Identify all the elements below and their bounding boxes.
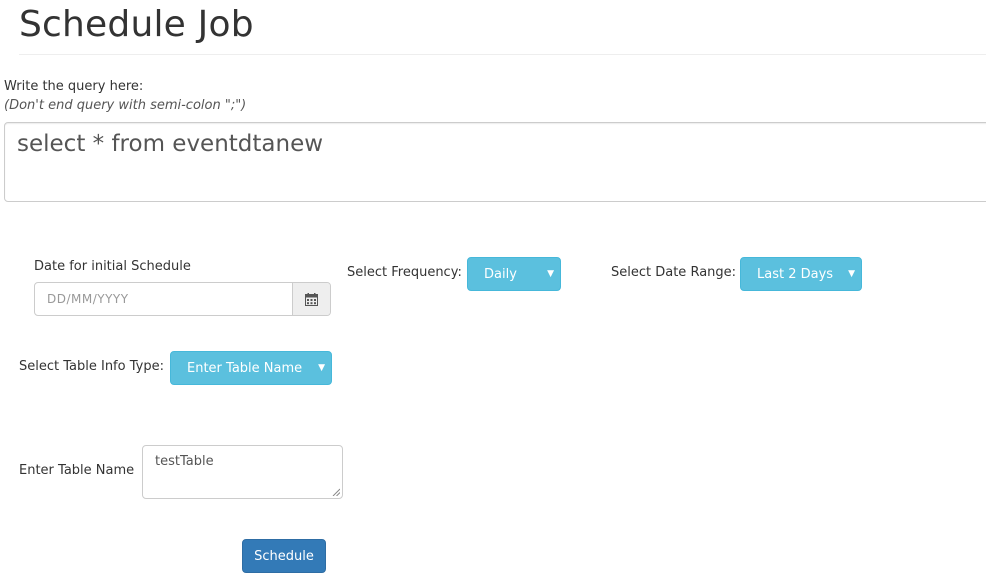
page-title: Schedule Job: [19, 4, 254, 45]
table-name-label: Enter Table Name: [19, 463, 135, 478]
calendar-icon: [305, 292, 318, 306]
date-range-selected: Last 2 Days: [757, 266, 834, 282]
frequency-label: Select Frequency:: [347, 265, 462, 280]
table-name-textarea[interactable]: testTable: [142, 445, 343, 499]
date-input-group: DD/MM/YYYY: [34, 282, 331, 316]
query-hint: (Don't end query with semi-colon ";"): [4, 98, 247, 113]
query-textarea[interactable]: select * from eventdtanew: [4, 122, 986, 202]
schedule-button[interactable]: Schedule: [242, 539, 326, 573]
date-label: Date for initial Schedule: [34, 259, 191, 274]
date-input[interactable]: DD/MM/YYYY: [35, 283, 292, 315]
date-range-label: Select Date Range:: [611, 265, 737, 280]
resize-grip-icon[interactable]: [332, 488, 340, 496]
frequency-dropdown[interactable]: Daily ▼: [467, 257, 561, 291]
title-divider: [19, 54, 986, 55]
table-name-value: testTable: [155, 454, 214, 469]
query-label: Write the query here:: [4, 79, 144, 94]
caret-down-icon: ▼: [318, 363, 325, 373]
caret-down-icon: ▼: [848, 269, 855, 279]
frequency-selected: Daily: [484, 266, 517, 282]
schedule-job-page: Schedule Job Write the query here: (Don'…: [0, 0, 986, 586]
table-info-dropdown[interactable]: Enter Table Name ▼: [170, 351, 332, 385]
table-info-label: Select Table Info Type:: [19, 359, 164, 374]
table-info-selected: Enter Table Name: [187, 360, 303, 376]
date-range-dropdown[interactable]: Last 2 Days ▼: [740, 257, 862, 291]
caret-down-icon: ▼: [547, 269, 554, 279]
calendar-button[interactable]: [292, 283, 330, 315]
